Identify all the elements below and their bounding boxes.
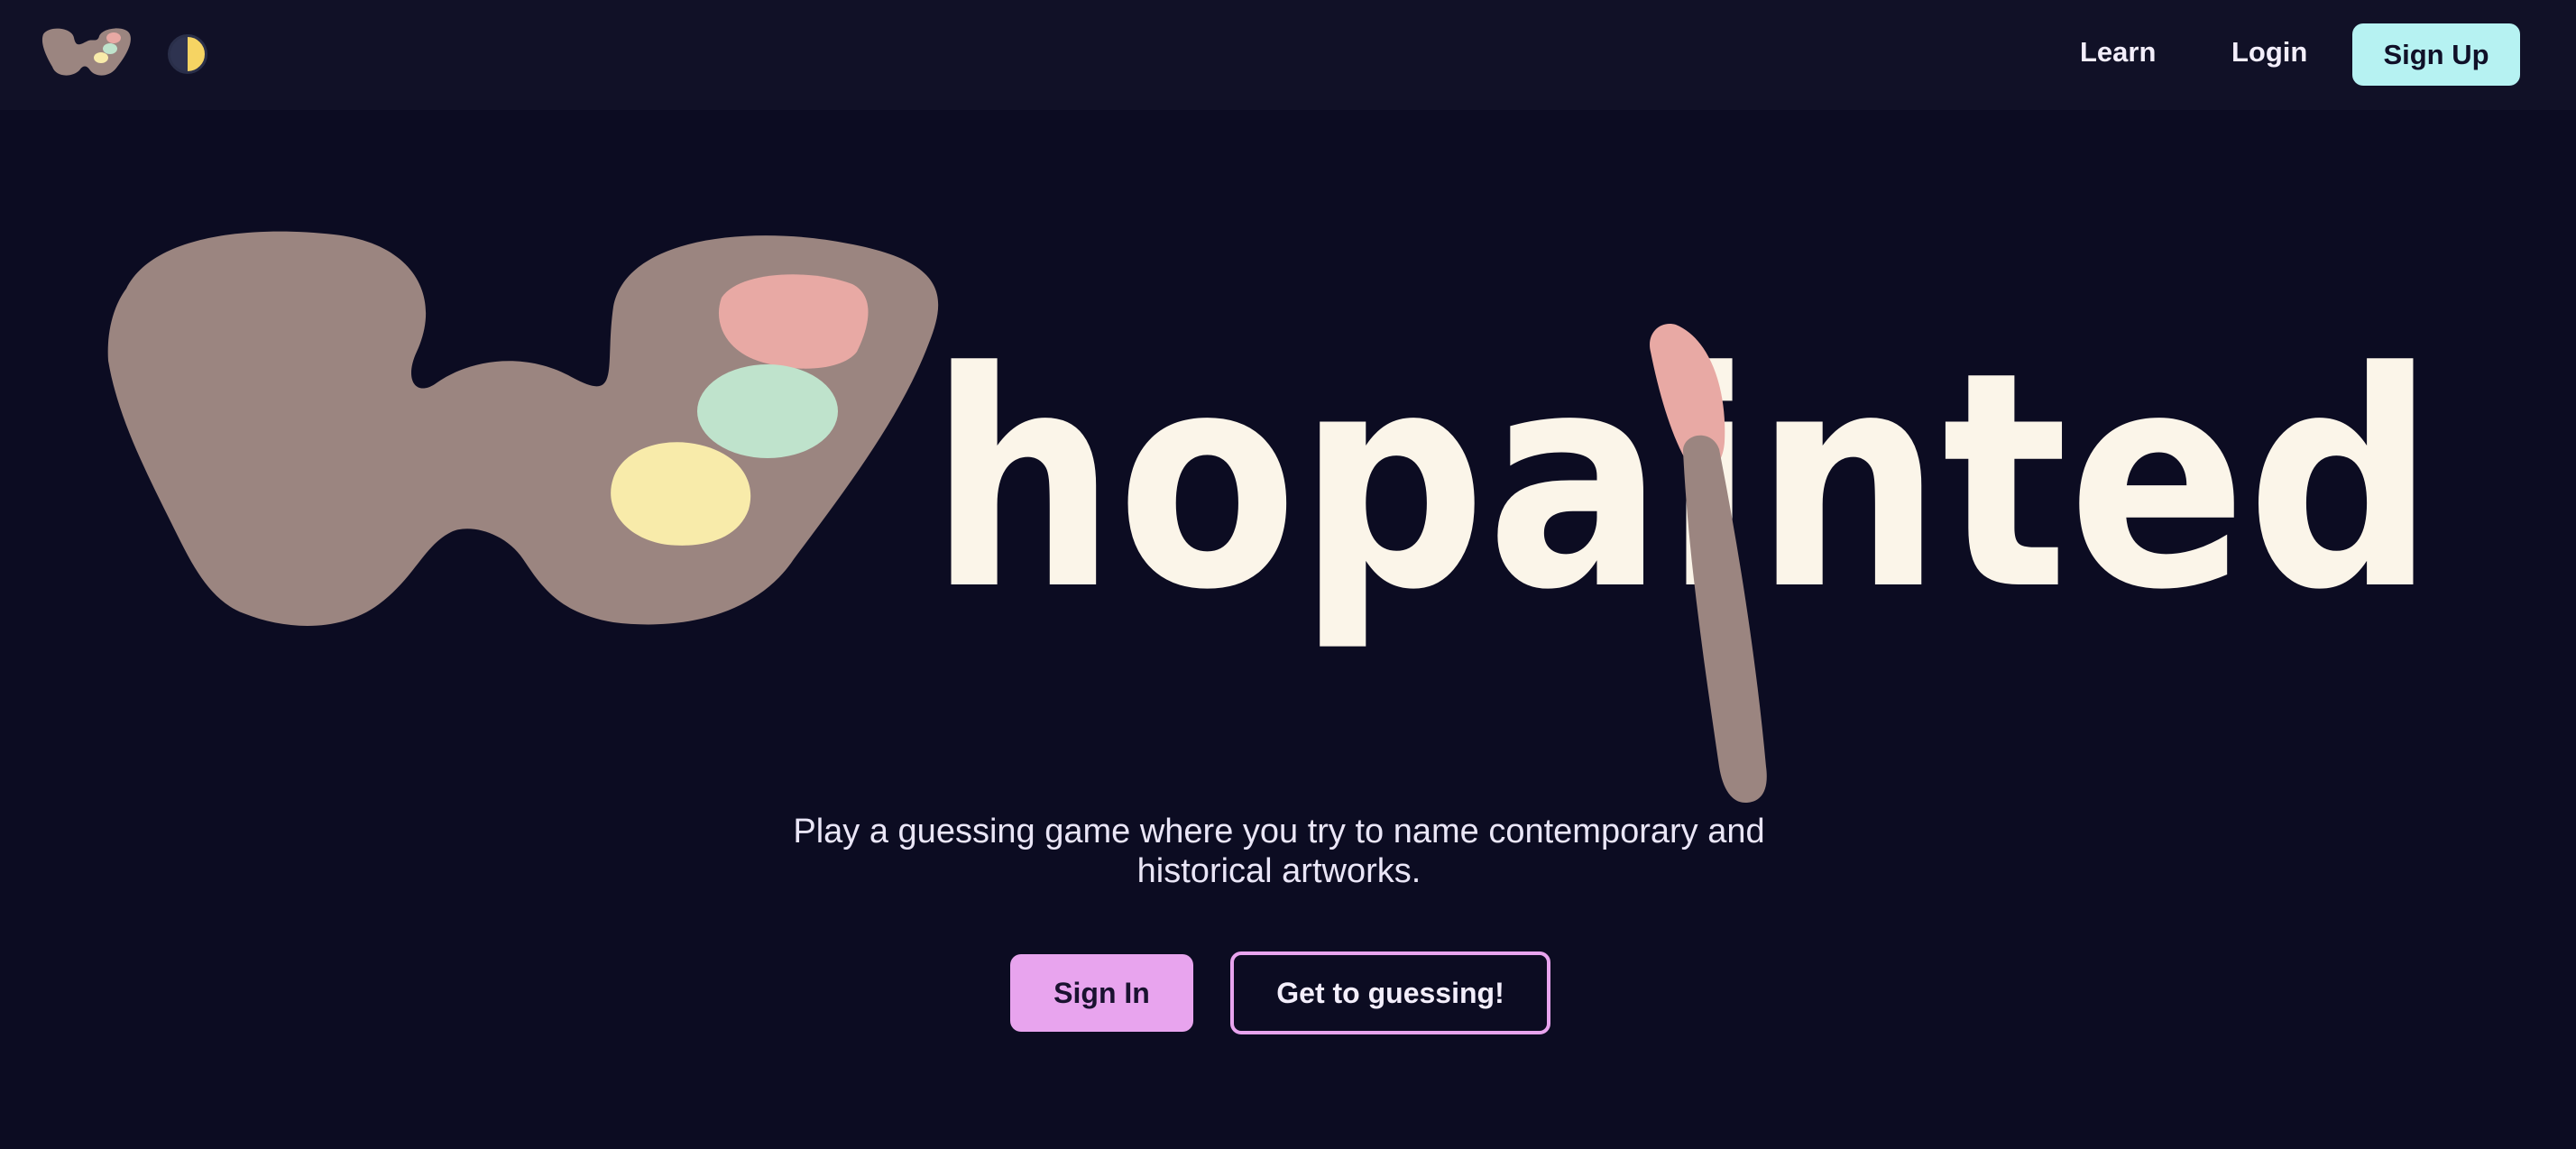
- signup-button[interactable]: Sign Up: [2352, 23, 2520, 86]
- theme-toggle-moon-icon[interactable]: [168, 34, 207, 74]
- hero-logo: hopainted: [107, 231, 2435, 803]
- nav-learn-link[interactable]: Learn: [2080, 36, 2156, 69]
- paint-blob-green: [697, 364, 838, 458]
- palette-logo-icon[interactable]: [40, 27, 133, 79]
- top-navigation-bar: Learn Login Sign Up: [0, 0, 2576, 110]
- nav-login-link[interactable]: Login: [2231, 36, 2307, 69]
- get-to-guessing-button[interactable]: Get to guessing!: [1230, 951, 1550, 1034]
- hero-tagline: Play a guessing game where you try to na…: [793, 813, 1765, 890]
- sign-in-button[interactable]: Sign In: [1010, 954, 1193, 1032]
